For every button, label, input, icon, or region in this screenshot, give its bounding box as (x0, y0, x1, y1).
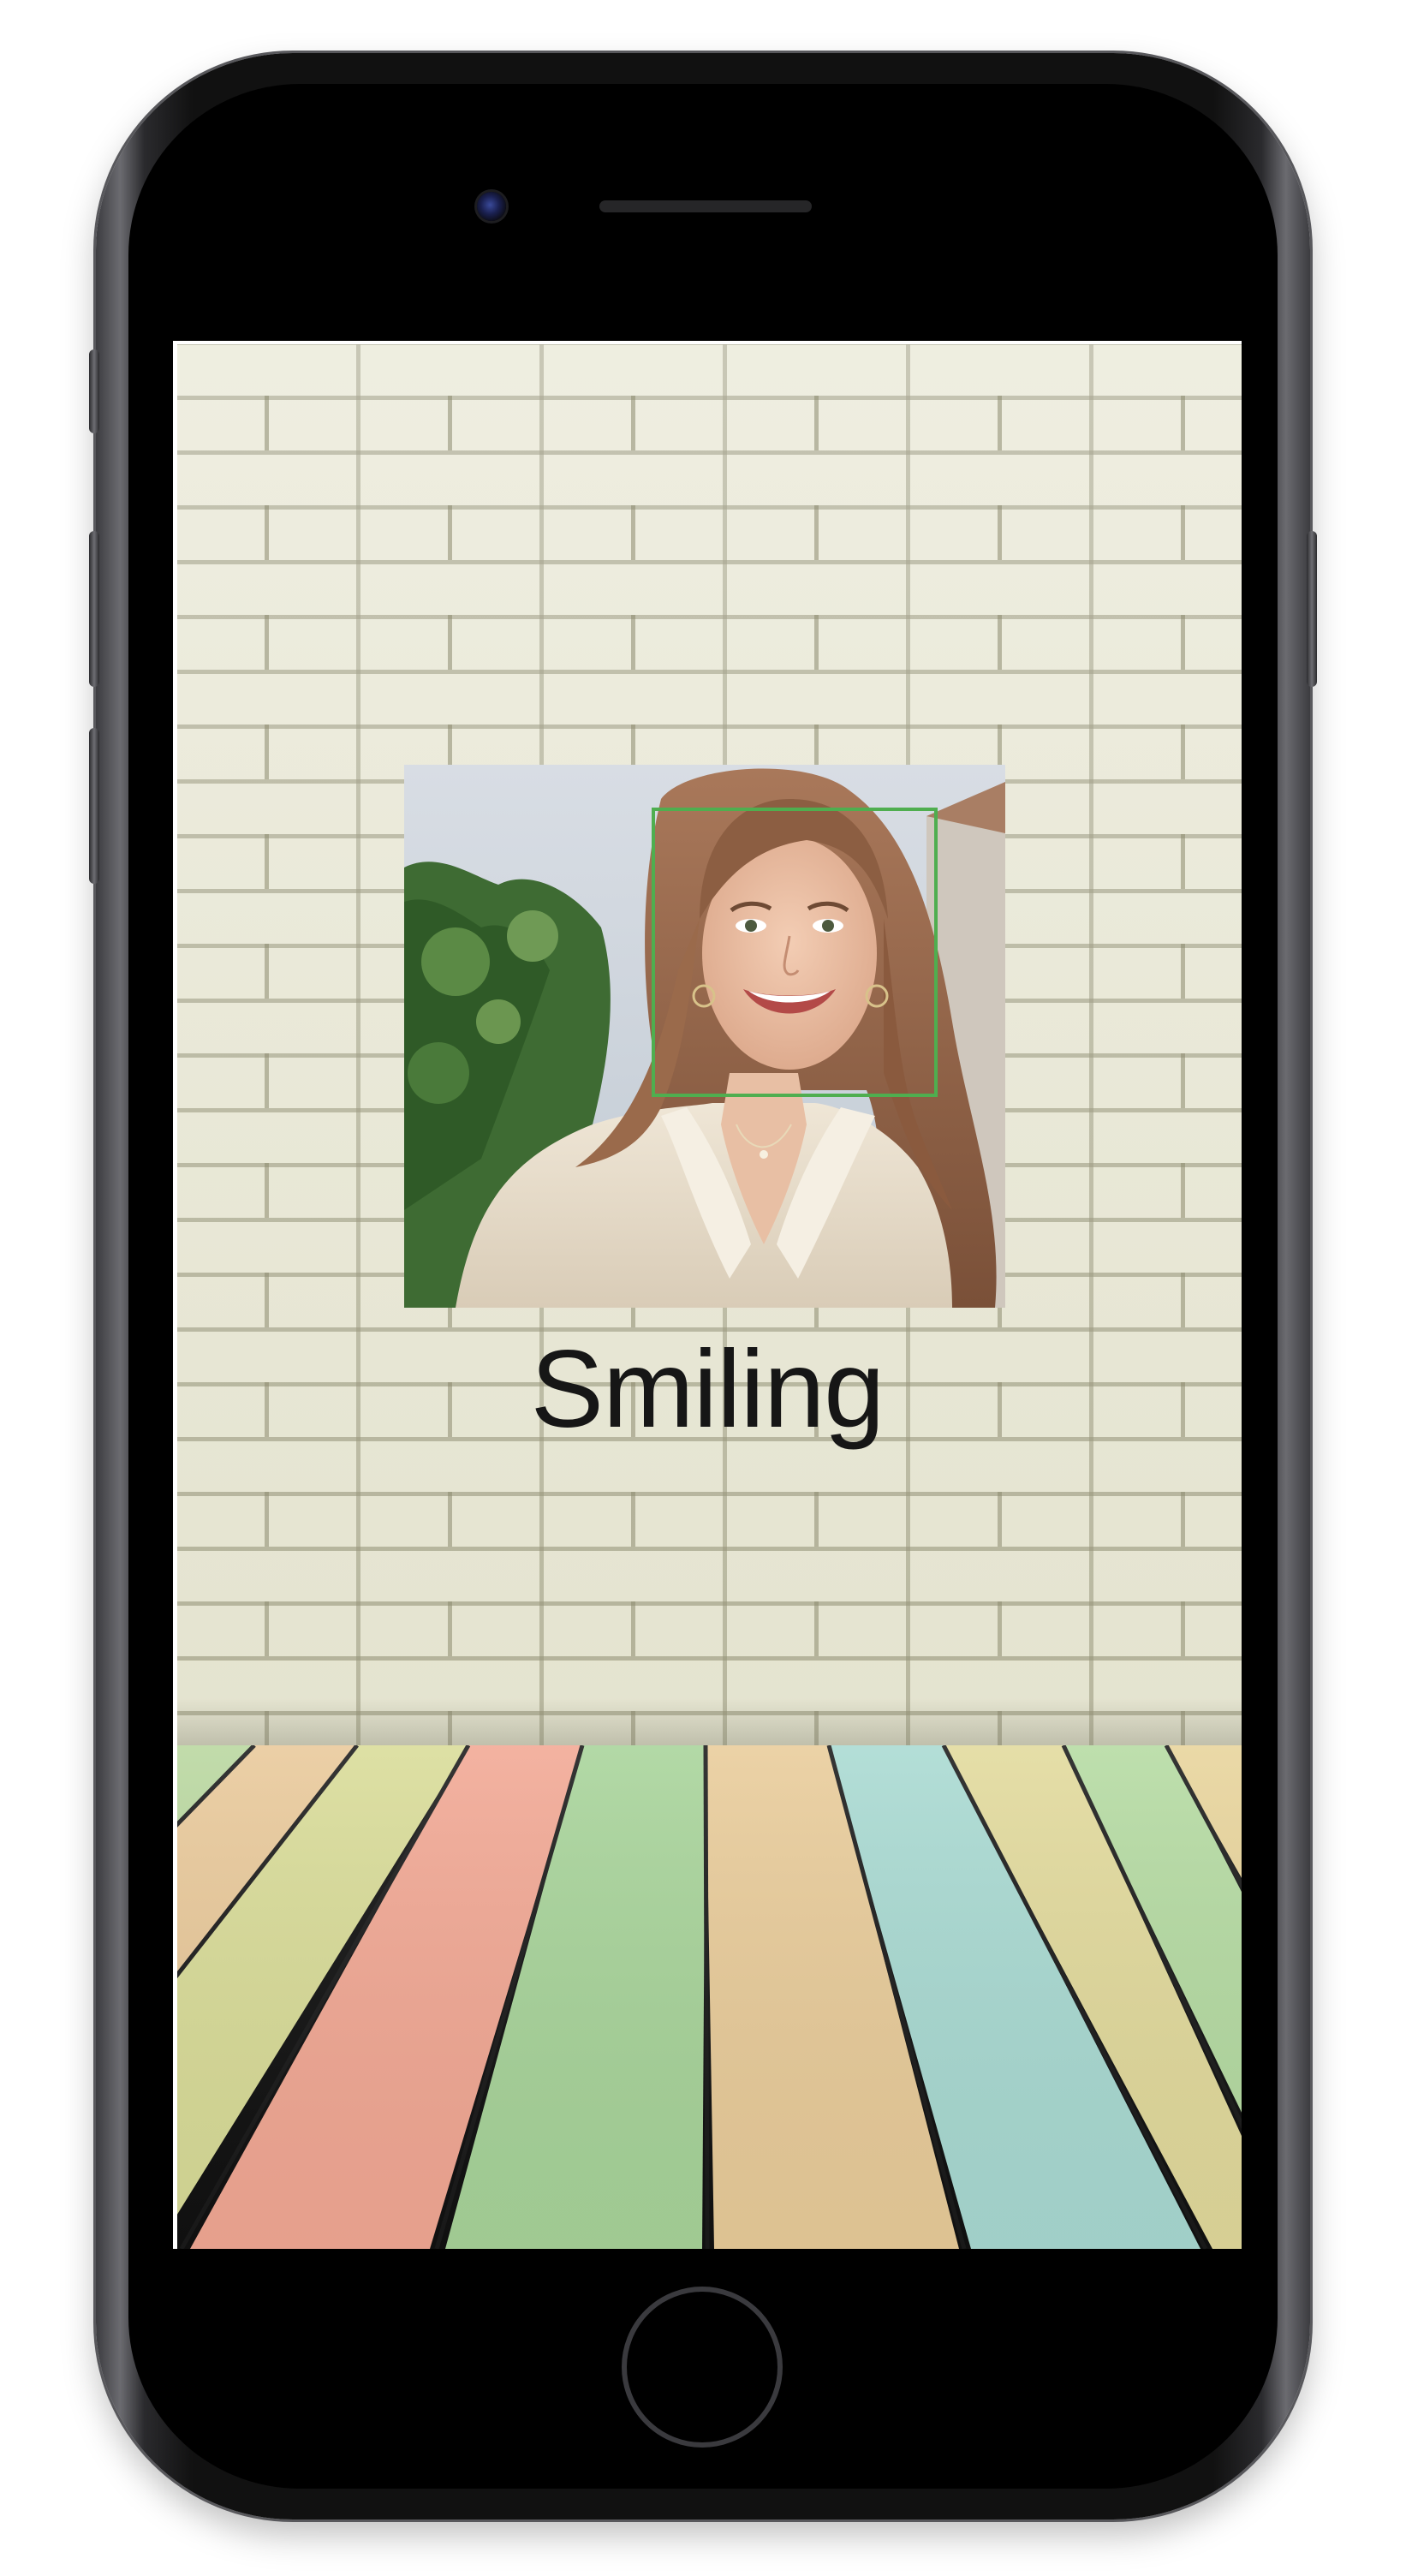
app-screen: Smiling (173, 341, 1242, 2249)
wall-floor-shadow (173, 1698, 1242, 1748)
face-detection-box (652, 808, 938, 1097)
mute-switch[interactable] (89, 349, 99, 433)
camera-icon (477, 192, 506, 221)
home-button[interactable] (622, 2287, 783, 2448)
volume-down-button[interactable] (89, 728, 99, 884)
wooden-floor-background (173, 1745, 1242, 2249)
expression-result-label: Smiling (530, 1328, 885, 1451)
floor-planks (173, 1745, 1242, 2249)
earpiece-speaker (599, 200, 812, 212)
analyzed-photo (404, 765, 1005, 1308)
volume-up-button[interactable] (89, 531, 99, 687)
power-button[interactable] (1307, 531, 1317, 687)
